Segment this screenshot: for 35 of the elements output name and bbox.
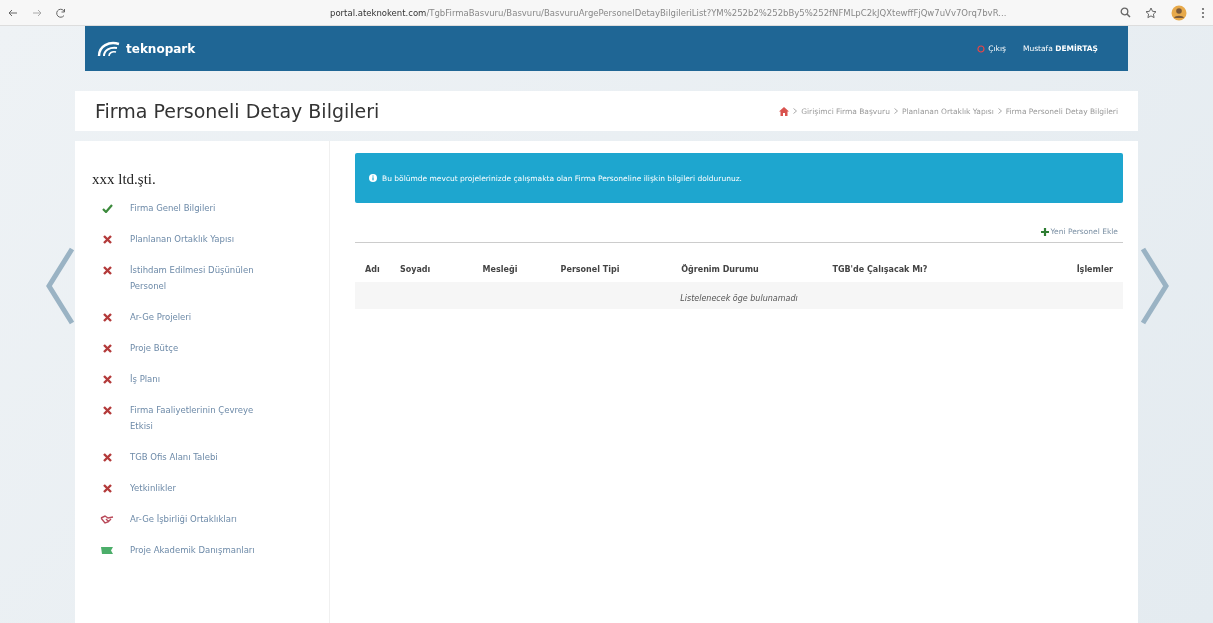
sidebar-item[interactable]: Yetkinlikler [122,480,265,496]
column-header: Soyadı [400,265,432,274]
column-header: Mesleği [481,265,519,274]
company-name: xxx ltd.şti. [92,171,157,188]
info-icon [369,174,377,182]
avatar-icon[interactable] [1171,4,1187,21]
column-header: Personel Tipi [559,265,621,274]
sidebar-item[interactable]: Ar-Ge Projeleri [122,309,265,325]
column-header: TGB'de Çalışacak Mı? [831,265,929,274]
sidebar-item[interactable]: TGB Ofis Alanı Talebi [122,449,265,465]
home-icon[interactable] [779,106,790,116]
menu-icon[interactable] [1201,6,1205,19]
column-header: Öğrenim Durumu [680,265,760,274]
sidebar-item[interactable]: Planlanan Ortaklık Yapısı [122,231,265,247]
star-icon[interactable] [1145,6,1157,19]
back-icon[interactable] [8,7,18,18]
sidebar-item[interactable]: Ar-Ge İşbirliği Ortaklıkları [122,511,265,527]
sidebar-item[interactable]: Proje Akademik Danışmanları [122,542,265,558]
column-header: Adı [365,265,381,274]
sidebar-item[interactable]: Proje Bütçe [122,340,265,356]
page-title: Firma Personeli Detay Bilgileri [95,100,380,122]
zoom-icon[interactable] [1120,7,1131,18]
chevron-icon [893,108,898,114]
column-header: İşlemler [1075,265,1113,274]
power-icon [977,44,986,53]
sidebar-item[interactable]: Firma Genel Bilgileri [122,200,265,216]
chevron-icon [997,108,1002,114]
empty-message: Listelenecek öge bulunamadı [680,294,798,303]
sidebar-item[interactable]: Firma Faaliyetlerinin Çevreye Etkisi [122,402,265,434]
brand-name[interactable]: teknopark [126,41,196,56]
plus-icon[interactable] [1040,227,1049,236]
reload-icon[interactable] [56,7,66,18]
chevron-icon [793,108,798,114]
sidebar-item[interactable]: İstihdam Edilmesi Düşünülen Personel [122,262,265,294]
sidebar-item[interactable]: İş Planı [122,371,265,387]
